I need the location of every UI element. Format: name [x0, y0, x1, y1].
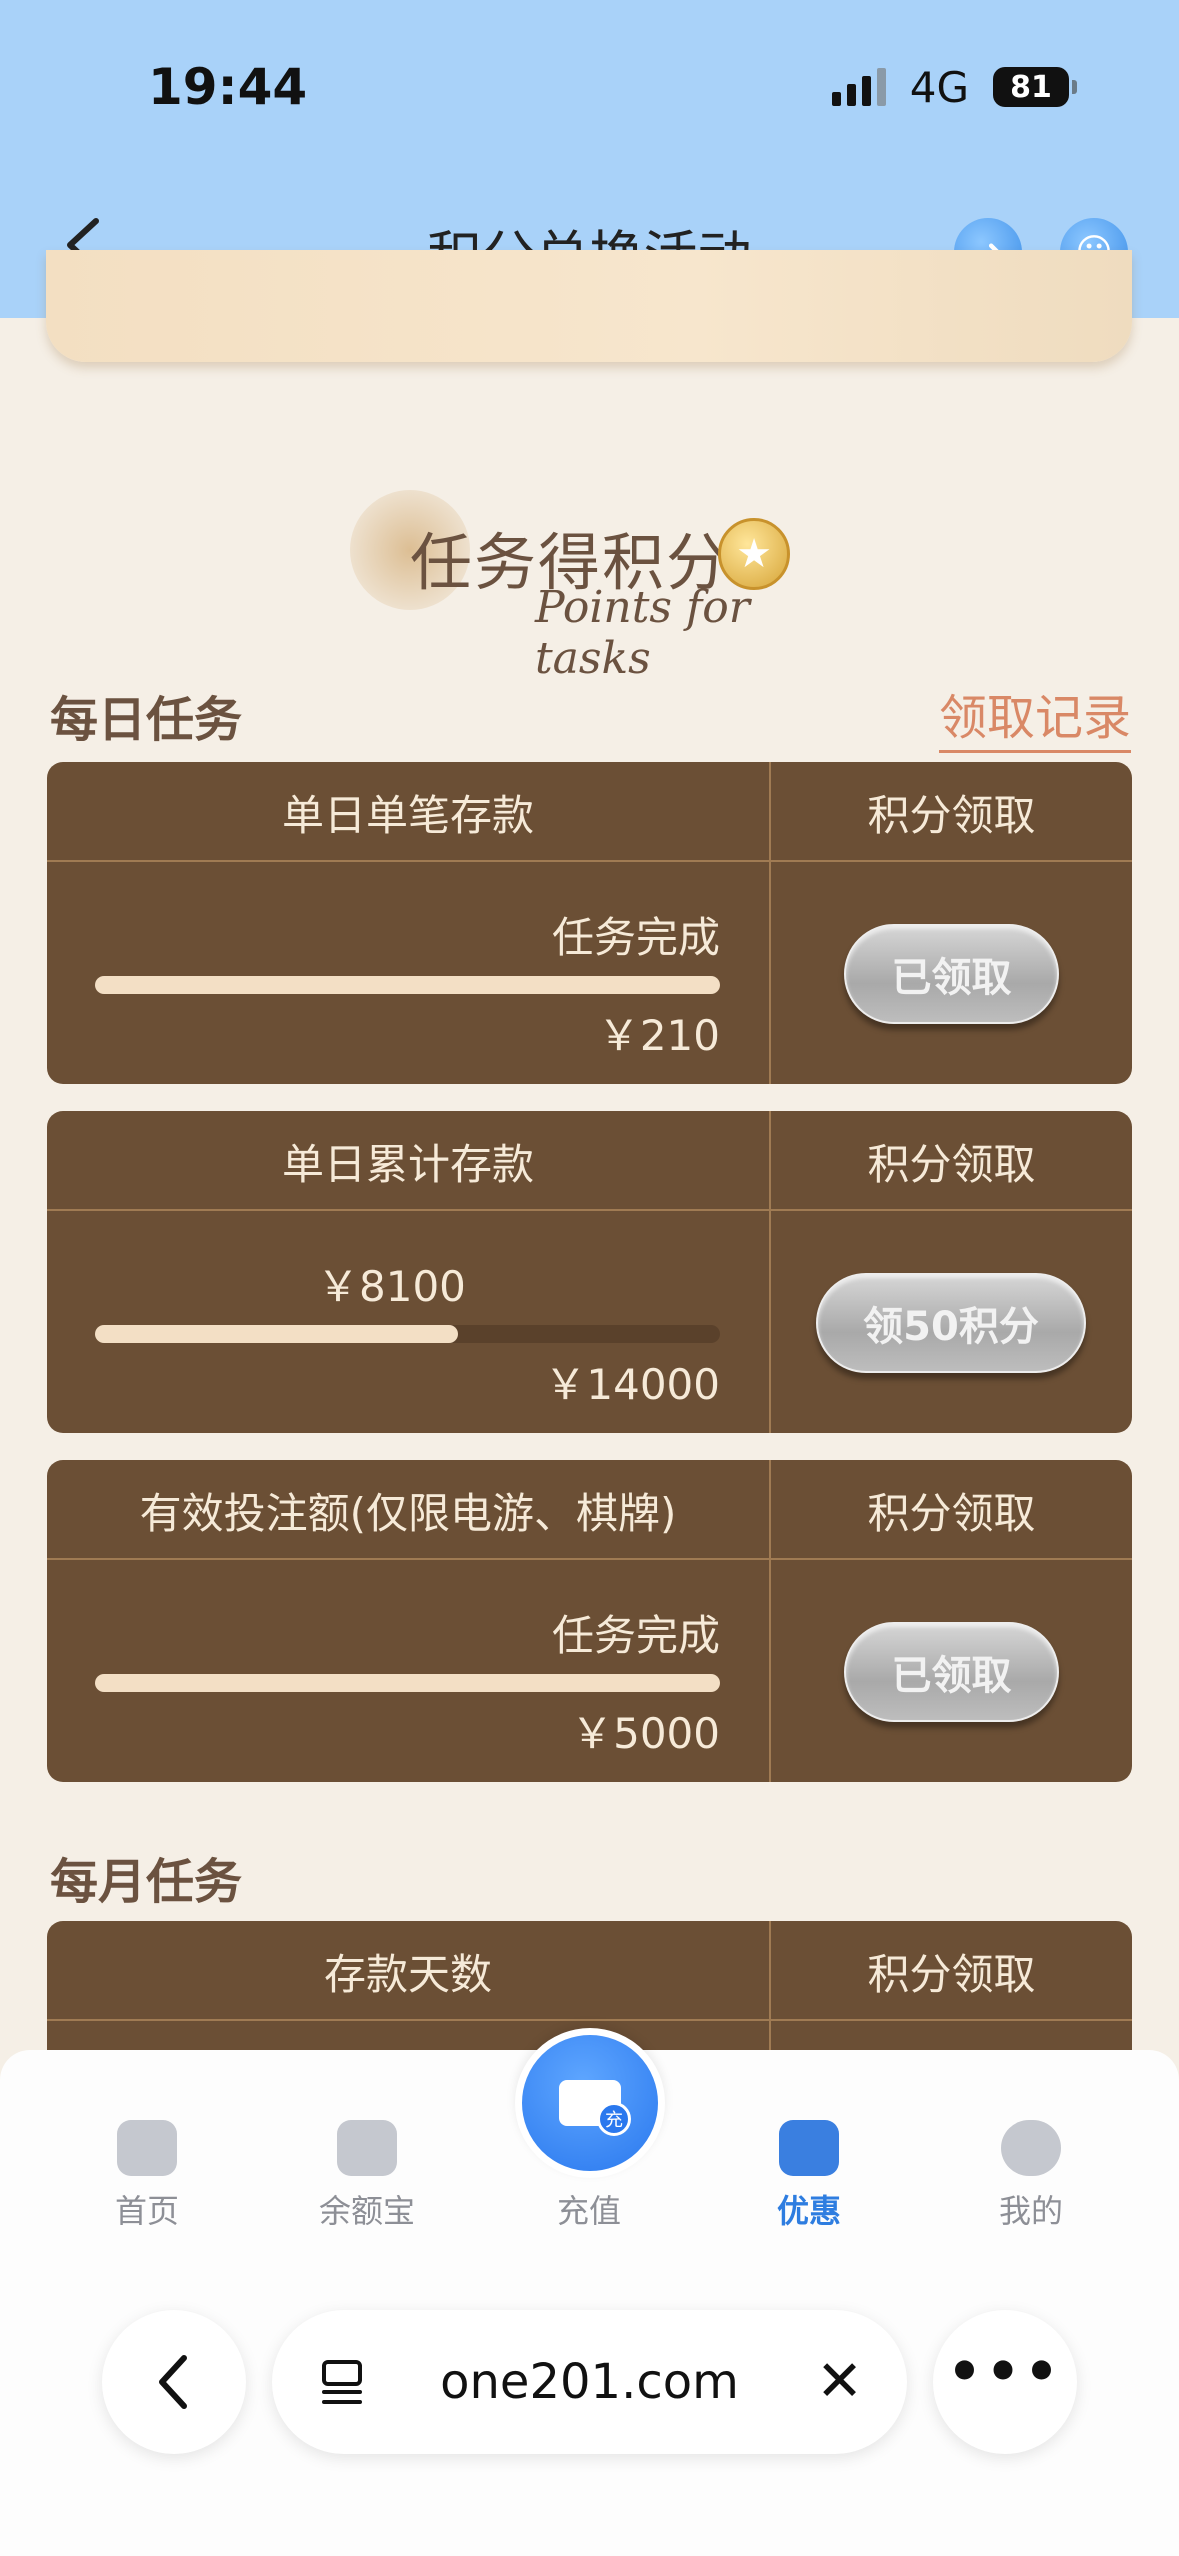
chevron-left-icon: [159, 2355, 187, 2409]
more-button[interactable]: •••: [933, 2310, 1077, 2454]
nav-label: 优惠: [776, 2192, 841, 2230]
monthly-tasks-title: 每月任务: [50, 1854, 243, 1910]
home-icon: [117, 2120, 177, 2176]
promo-icon: [779, 2120, 839, 2176]
progress-fill: [95, 1325, 458, 1343]
claim-column-header: 积分领取: [867, 1139, 1036, 1189]
claimed-button[interactable]: 已领取: [844, 924, 1059, 1024]
task-card: 有效投注额(仅限电游、棋牌) 积分领取 任务完成 ￥5000 已领取: [47, 1460, 1132, 1782]
progress-fill: [95, 976, 720, 994]
progress-text: 任务完成: [551, 1611, 720, 1660]
task-card: 单日单笔存款 积分领取 任务完成 ￥210 已领取: [47, 762, 1132, 1084]
hero-subtitle: Points for tasks: [535, 582, 750, 684]
task-name: 存款天数: [323, 1949, 492, 1999]
task-card: 单日累计存款 积分领取 ￥8100 ￥14000 领50积分: [47, 1111, 1132, 1433]
column-divider: [769, 1111, 771, 1433]
task-progress: ￥8100 ￥14000: [47, 1211, 769, 1433]
task-progress: 任务完成 ￥210: [47, 862, 769, 1084]
task-name: 单日累计存款: [281, 1139, 534, 1189]
nav-home[interactable]: 首页: [72, 2120, 222, 2232]
claimed-button[interactable]: 已领取: [844, 1622, 1059, 1722]
close-icon[interactable]: ✕: [816, 2350, 863, 2414]
wallet-icon: [337, 2120, 397, 2176]
coin-icon: ★: [718, 518, 790, 590]
signal-icon: [831, 68, 886, 106]
status-indicators: 4G 81: [831, 62, 1077, 112]
battery-icon: 81: [993, 67, 1077, 107]
target-amount: ￥5000: [571, 1709, 720, 1758]
task-header: 有效投注额(仅限电游、棋牌) 积分领取: [47, 1460, 1132, 1560]
browser-back-button[interactable]: [102, 2310, 246, 2454]
progress-bar: [95, 1325, 720, 1343]
claim-column-header: 积分领取: [867, 790, 1036, 840]
target-amount: ￥210: [597, 1011, 720, 1060]
more-icon: •••: [947, 2339, 1063, 2403]
progress-fill: [95, 1674, 720, 1692]
battery-level: 81: [1010, 69, 1052, 105]
progress-bar: [95, 976, 720, 994]
column-divider: [769, 762, 771, 1084]
task-header: 单日单笔存款 积分领取: [47, 762, 1132, 862]
banner: [46, 250, 1132, 362]
claim-column-header: 积分领取: [867, 1949, 1036, 1999]
claim-column-header: 积分领取: [867, 1488, 1036, 1538]
task-name: 有效投注额(仅限电游、棋牌): [139, 1488, 677, 1538]
nav-wallet[interactable]: 余额宝: [292, 2120, 442, 2232]
bottom-nav: 首页 余额宝 充 充值 优惠 我的: [0, 2028, 1179, 2556]
target-amount: ￥14000: [544, 1360, 720, 1409]
user-icon: [1001, 2120, 1061, 2176]
nav-recharge[interactable]: 充值: [514, 2120, 664, 2232]
progress-text: ￥8100: [317, 1262, 466, 1311]
status-time: 19:44: [148, 58, 308, 116]
progress-bar: [95, 1674, 720, 1692]
section-hero: 任务得积分 ★ Points for tasks: [340, 470, 860, 684]
claim-records-link[interactable]: 领取记录: [938, 678, 1131, 753]
nav-promotions[interactable]: 优惠: [734, 2120, 884, 2232]
nav-label: 我的: [998, 2192, 1063, 2230]
nav-label: 充值: [556, 2192, 621, 2230]
network-type: 4G: [909, 62, 969, 112]
task-progress: 任务完成 ￥5000: [47, 1560, 769, 1782]
nav-profile[interactable]: 我的: [956, 2120, 1106, 2232]
nav-label: 余额宝: [318, 2192, 415, 2230]
column-divider: [769, 1460, 771, 1782]
daily-tasks-title: 每日任务: [50, 692, 243, 748]
task-name: 单日单笔存款: [281, 790, 534, 840]
task-header: 存款天数 积分领取: [47, 1921, 1132, 2021]
url-text: one201.com: [440, 2354, 739, 2410]
address-bar[interactable]: one201.com ✕: [272, 2310, 907, 2454]
progress-text: 任务完成: [551, 913, 720, 962]
task-header: 单日累计存款 积分领取: [47, 1111, 1132, 1211]
nav-label: 首页: [114, 2192, 179, 2230]
claim-points-button[interactable]: 领50积分: [816, 1273, 1086, 1373]
